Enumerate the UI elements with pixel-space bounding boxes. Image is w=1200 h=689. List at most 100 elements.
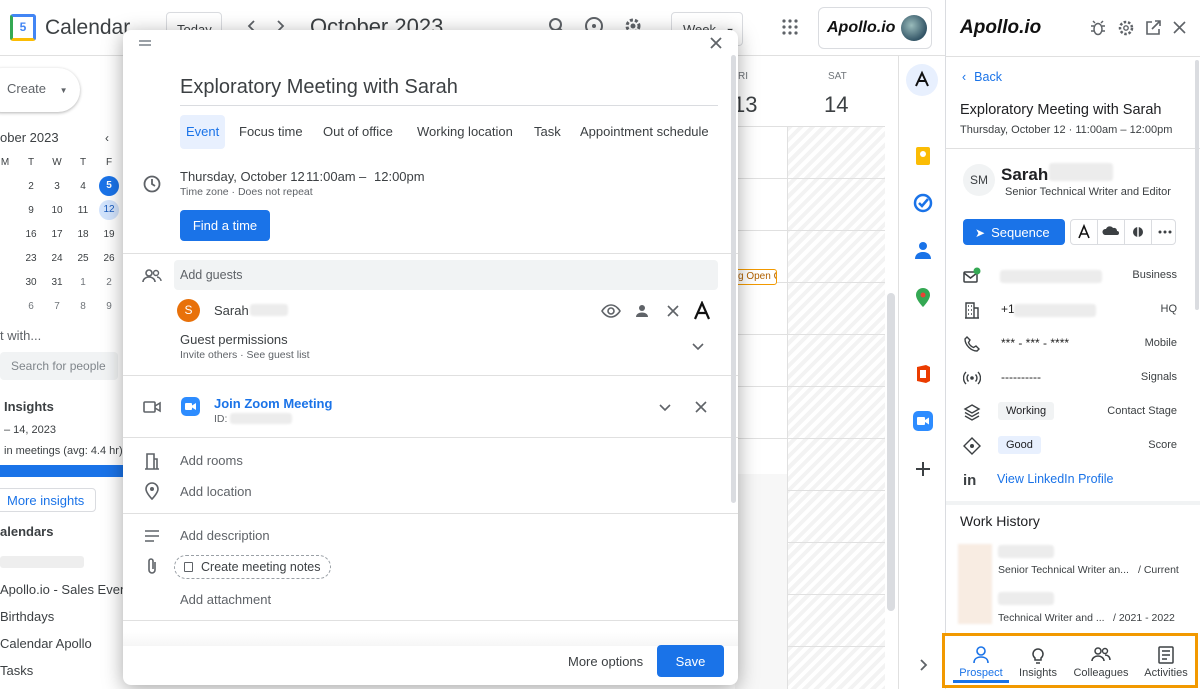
add-addon-icon[interactable] bbox=[912, 458, 934, 480]
apollo-meeting-time: Thursday, October 12 · 11:00am – 12:00pm bbox=[960, 124, 1173, 136]
remove-conference-icon[interactable] bbox=[691, 397, 711, 417]
back-link[interactable]: ‹ Back bbox=[962, 70, 1002, 84]
nav-insights[interactable]: Insights bbox=[1010, 645, 1066, 679]
calendar-item-tasks[interactable]: Tasks bbox=[0, 663, 33, 678]
mini-cal-day[interactable]: 4 bbox=[70, 181, 96, 192]
mini-cal-prev-icon[interactable]: ‹ bbox=[105, 131, 109, 145]
timezone-recurrence[interactable]: Time zone · Does not repeat bbox=[180, 186, 313, 198]
close-icon[interactable] bbox=[1172, 20, 1187, 35]
salesforce-cloud-icon[interactable] bbox=[1098, 220, 1125, 244]
drag-handle-icon[interactable] bbox=[139, 40, 151, 46]
tab-task[interactable]: Task bbox=[528, 115, 567, 149]
mini-cal-day[interactable]: 19 bbox=[96, 229, 122, 240]
event-start-time[interactable]: 11:00am bbox=[306, 169, 356, 184]
calendar-item-apollo[interactable]: Calendar Apollo bbox=[0, 636, 92, 651]
find-a-time-button[interactable]: Find a time bbox=[180, 210, 270, 241]
more-insights-button[interactable]: More insights bbox=[0, 488, 96, 512]
mini-cal-day[interactable]: 18 bbox=[70, 229, 96, 240]
guest-permissions-label[interactable]: Guest permissions bbox=[180, 332, 288, 347]
modal-scrollbar[interactable] bbox=[731, 55, 736, 503]
expand-panel-icon[interactable] bbox=[912, 654, 934, 676]
mini-cal-day[interactable]: 24 bbox=[44, 253, 70, 264]
nav-colleagues[interactable]: Colleagues bbox=[1073, 645, 1129, 679]
contact-name[interactable]: Sarah bbox=[1001, 165, 1048, 185]
chevron-down-icon[interactable] bbox=[688, 336, 708, 356]
sequence-button[interactable]: ➤ Sequence bbox=[963, 219, 1065, 245]
tab-appointment-schedule[interactable]: Appointment schedule bbox=[574, 115, 715, 149]
nav-activities[interactable]: Activities bbox=[1138, 645, 1194, 679]
hubspot-icon[interactable] bbox=[1125, 220, 1152, 244]
mini-cal-day[interactable]: 5 bbox=[99, 176, 119, 196]
event-end-time[interactable]: 12:00pm bbox=[374, 169, 425, 184]
contacts-icon[interactable] bbox=[912, 239, 934, 261]
close-icon[interactable] bbox=[709, 36, 723, 50]
save-button[interactable]: Save bbox=[657, 645, 724, 677]
remove-guest-icon[interactable] bbox=[663, 301, 683, 321]
settings-gear-icon[interactable] bbox=[1117, 19, 1135, 37]
event-date[interactable]: Thursday, October 12 bbox=[180, 169, 305, 184]
nav-prospect[interactable]: Prospect bbox=[953, 645, 1009, 679]
maps-icon[interactable] bbox=[912, 286, 934, 308]
calendar-item-birthdays[interactable]: Birthdays bbox=[0, 609, 54, 624]
add-description[interactable]: Add description bbox=[180, 528, 270, 543]
zoom-addon-icon[interactable] bbox=[912, 410, 934, 432]
tab-working-location[interactable]: Working location bbox=[411, 115, 519, 149]
hq-phone-value[interactable]: +1 bbox=[1001, 302, 1015, 316]
apps-grid-icon[interactable] bbox=[782, 19, 798, 35]
add-attachment[interactable]: Add attachment bbox=[180, 592, 271, 607]
mini-cal-day[interactable]: 9 bbox=[96, 301, 122, 312]
day-number-sat[interactable]: 14 bbox=[824, 92, 848, 118]
mini-cal-day[interactable]: 12 bbox=[99, 200, 119, 220]
mini-cal-day[interactable]: 11 bbox=[70, 205, 96, 216]
mini-cal-day[interactable]: 2 bbox=[18, 181, 44, 192]
apollo-account-badge[interactable]: Apollo.io bbox=[818, 7, 932, 49]
bug-report-icon[interactable] bbox=[1089, 19, 1107, 37]
tab-focus-time[interactable]: Focus time bbox=[233, 115, 309, 149]
chevron-down-icon[interactable] bbox=[655, 397, 675, 417]
calendar-item-sales-events[interactable]: Apollo.io - Sales Events bbox=[0, 582, 137, 597]
add-guests-input[interactable]: Add guests bbox=[174, 260, 718, 290]
person-icon[interactable] bbox=[632, 301, 652, 321]
calendar-event-chip[interactable]: g Open C bbox=[735, 269, 777, 285]
add-rooms[interactable]: Add rooms bbox=[180, 453, 243, 468]
mini-cal-day[interactable]: 6 bbox=[18, 301, 44, 312]
mini-cal-day[interactable]: 16 bbox=[18, 229, 44, 240]
more-options-icon[interactable] bbox=[1152, 220, 1178, 244]
tab-event[interactable]: Event bbox=[180, 115, 226, 149]
grid-scrollbar[interactable] bbox=[887, 293, 895, 611]
keep-notes-icon[interactable] bbox=[912, 145, 934, 167]
tasks-icon[interactable] bbox=[912, 192, 934, 214]
mini-cal-day[interactable]: 23 bbox=[18, 253, 44, 264]
mini-cal-day[interactable]: 1 bbox=[70, 277, 96, 288]
more-options-button[interactable]: More options bbox=[568, 654, 643, 669]
create-meeting-notes-button[interactable]: Create meeting notes bbox=[174, 555, 331, 579]
apollo-addon-icon[interactable] bbox=[906, 64, 938, 96]
panel-scrollbar[interactable] bbox=[1195, 60, 1199, 310]
mini-cal-day[interactable]: 30 bbox=[18, 277, 44, 288]
mini-cal-day[interactable]: 7 bbox=[44, 301, 70, 312]
mobile-value[interactable]: *** - *** - **** bbox=[1001, 336, 1069, 350]
contact-stage-chip[interactable]: Working bbox=[998, 402, 1055, 420]
mini-cal-day[interactable]: 26 bbox=[96, 253, 122, 264]
mini-cal-day[interactable]: 3 bbox=[44, 181, 70, 192]
create-button[interactable]: Create ▼ bbox=[0, 68, 80, 112]
search-people-input[interactable]: Search for people bbox=[0, 352, 118, 380]
event-title-input[interactable]: Exploratory Meeting with Sarah bbox=[180, 76, 718, 106]
mini-cal-day[interactable]: 17 bbox=[44, 229, 70, 240]
tab-out-of-office[interactable]: Out of office bbox=[317, 115, 399, 149]
open-external-icon[interactable] bbox=[1144, 19, 1162, 37]
mini-cal-day[interactable]: 9 bbox=[18, 205, 44, 216]
eye-icon[interactable] bbox=[601, 301, 621, 321]
mini-cal-day[interactable]: 31 bbox=[44, 277, 70, 288]
apollo-action-icon[interactable] bbox=[1071, 220, 1098, 244]
linkedin-link[interactable]: View LinkedIn Profile bbox=[997, 472, 1114, 486]
mini-cal-day[interactable]: 2 bbox=[96, 277, 122, 288]
office-addon-icon[interactable] bbox=[912, 363, 934, 385]
apollo-logo-icon[interactable] bbox=[692, 301, 712, 321]
mini-cal-day[interactable]: 10 bbox=[44, 205, 70, 216]
join-zoom-link[interactable]: Join Zoom Meeting bbox=[214, 396, 332, 411]
add-location[interactable]: Add location bbox=[180, 484, 252, 499]
mini-cal-day[interactable]: 25 bbox=[70, 253, 96, 264]
mini-cal-day[interactable]: 8 bbox=[70, 301, 96, 312]
score-chip[interactable]: Good bbox=[998, 436, 1041, 454]
